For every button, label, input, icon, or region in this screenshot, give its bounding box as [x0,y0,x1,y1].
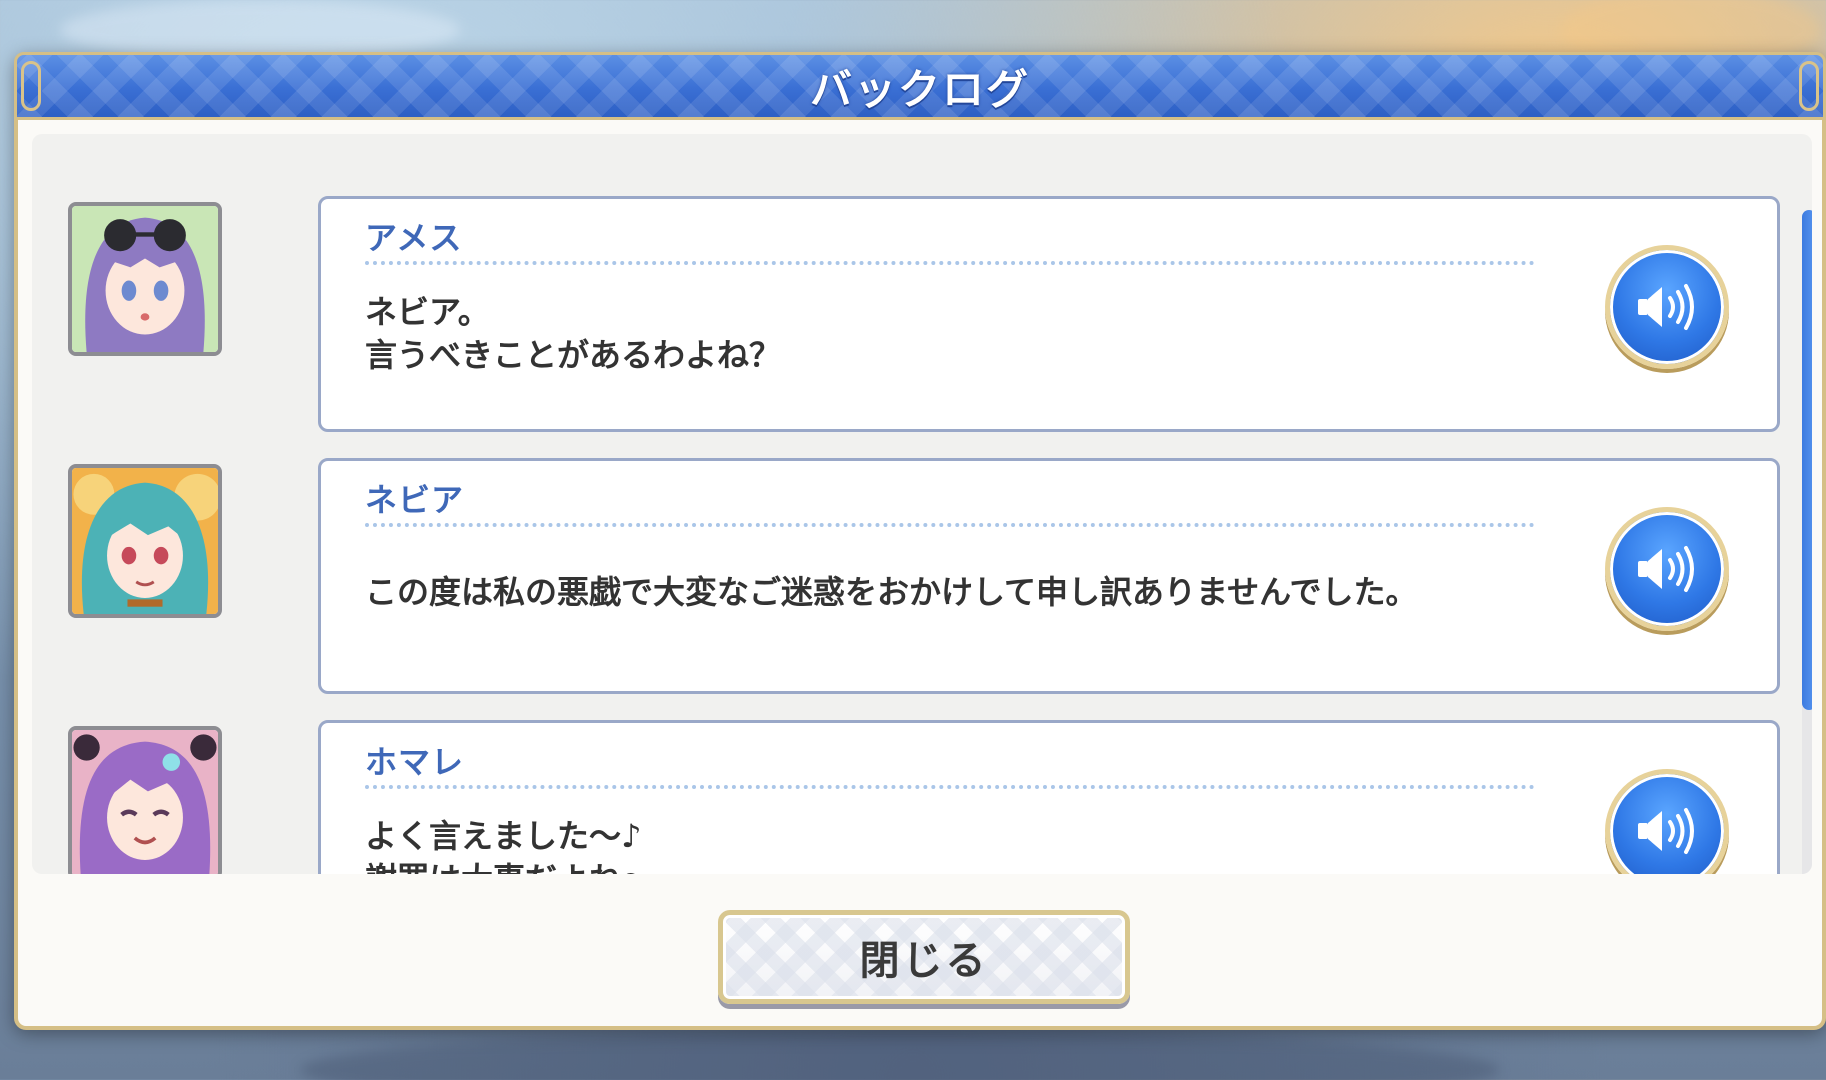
dialogue-line: ネビア。 [365,293,490,331]
dialogue-line: この度は私の悪戯で大変なご迷惑をおかけして申し訳ありませんでした。 [365,573,1418,611]
close-button[interactable]: 閉じる [718,910,1130,1004]
backlog-dialog: バックログ アメス ネビア。 言うべきことがあるわよね？ ネビア この度は私の悪… [14,52,1826,1030]
scrollbar-track[interactable] [1802,210,1812,874]
voice-replay-button[interactable] [1605,769,1729,874]
speaker-icon [1638,808,1694,854]
homare-portrait-icon [68,726,222,874]
dialogue-line: 言うべきことがあるわよね？ [365,336,782,374]
dialog-title: バックログ [809,64,1030,114]
speaker-name: ホマレ [365,743,465,781]
speaker-icon [1638,546,1694,592]
divider [365,523,1535,527]
dialogue-bubble: ホマレ よく言えました～♪ 謝罪は大事だよね～ [318,720,1780,874]
list-item: アメス ネビア。 言うべきことがあるわよね？ [32,196,1792,434]
ames-portrait-icon [68,202,222,356]
divider [365,785,1535,789]
dialogue-bubble: ネビア この度は私の悪戯で大変なご迷惑をおかけして申し訳ありませんでした。 [318,458,1780,694]
dialog-titlebar: バックログ [14,52,1826,120]
scrollbar-thumb[interactable] [1802,210,1812,710]
background-floor [300,1030,1500,1080]
background-cloud [60,0,460,60]
speaker-name: ネビア [365,481,465,519]
list-item: ホマレ よく言えました～♪ 謝罪は大事だよね～ [32,720,1792,874]
voice-replay-button[interactable] [1605,245,1729,369]
backlog-list[interactable]: アメス ネビア。 言うべきことがあるわよね？ ネビア この度は私の悪戯で大変なご… [32,134,1812,874]
list-item: ネビア この度は私の悪戯で大変なご迷惑をおかけして申し訳ありませんでした。 [32,458,1792,696]
dialogue-line: よく言えました～♪ [365,817,642,855]
close-button-label: 閉じる [859,938,989,984]
speaker-name: アメス [365,219,463,257]
nebia-portrait-icon [68,464,222,618]
speaker-icon [1638,284,1694,330]
left-corner-ornament [21,61,41,111]
right-corner-ornament [1799,61,1819,111]
dialogue-line: 謝罪は大事だよね～ [365,858,653,874]
dialogue-bubble: アメス ネビア。 言うべきことがあるわよね？ [318,196,1780,432]
voice-replay-button[interactable] [1605,507,1729,631]
divider [365,261,1535,265]
